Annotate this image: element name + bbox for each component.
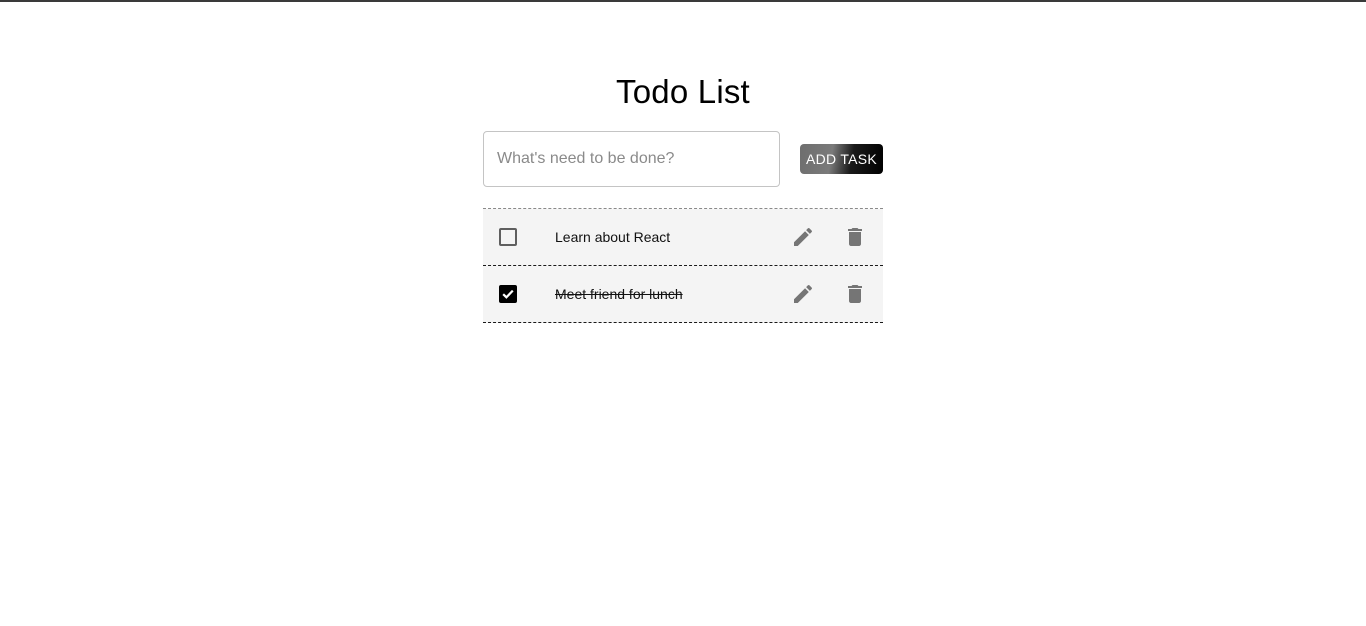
delete-task-button[interactable] — [843, 225, 867, 249]
window-top-border — [0, 0, 1366, 2]
pencil-icon — [794, 284, 813, 303]
trash-icon — [848, 285, 862, 303]
task-checkbox[interactable] — [499, 228, 517, 246]
task-list: Learn about React Meet friend for lunch — [483, 208, 883, 323]
task-text: Learn about React — [555, 229, 671, 245]
delete-task-button[interactable] — [843, 282, 867, 306]
task-text: Meet friend for lunch — [555, 286, 683, 302]
pencil-icon — [794, 227, 813, 246]
edit-task-button[interactable] — [791, 282, 815, 306]
trash-icon — [848, 228, 862, 246]
task-checkbox[interactable] — [499, 285, 517, 303]
add-task-button[interactable]: ADD TASK — [800, 144, 883, 174]
todo-app: Todo List ADD TASK Learn about React — [483, 70, 883, 323]
add-task-form: ADD TASK — [483, 131, 883, 187]
checkmark-icon — [502, 289, 514, 299]
page-title: Todo List — [616, 73, 750, 110]
edit-task-button[interactable] — [791, 225, 815, 249]
task-input[interactable] — [483, 131, 780, 187]
task-item: Meet friend for lunch — [483, 266, 883, 323]
task-item: Learn about React — [483, 209, 883, 266]
